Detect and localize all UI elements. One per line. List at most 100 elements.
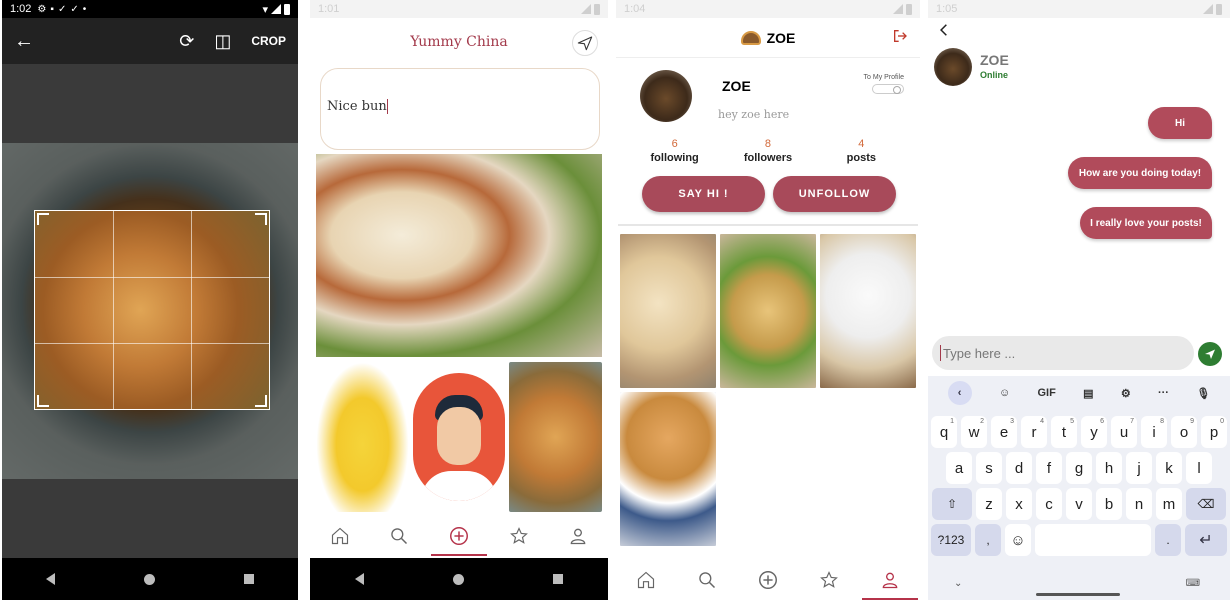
- nav-home-icon[interactable]: [452, 573, 464, 585]
- emoji-sticker-icon[interactable]: ☺: [999, 387, 1010, 399]
- nav-search[interactable]: [687, 560, 727, 600]
- header-title: ZOE: [766, 29, 796, 46]
- key-n[interactable]: n: [1126, 488, 1152, 520]
- stat-posts[interactable]: 4 posts: [821, 138, 901, 164]
- stat-followers[interactable]: 8 followers: [728, 138, 808, 164]
- key-c[interactable]: c: [1036, 488, 1062, 520]
- keyboard-collapse-button[interactable]: ‹: [947, 381, 972, 405]
- nav-add[interactable]: [748, 560, 788, 600]
- key-label: a: [954, 459, 964, 477]
- unfollow-button[interactable]: UNFOLLOW: [773, 176, 896, 212]
- post-thumb[interactable]: [620, 392, 716, 546]
- say-hi-button[interactable]: SAY HI !: [642, 176, 765, 212]
- nav-favorites[interactable]: [809, 560, 849, 600]
- key-m[interactable]: m: [1156, 488, 1182, 520]
- message-input[interactable]: Type here ...: [932, 336, 1194, 370]
- nav-add[interactable]: [430, 516, 487, 556]
- key-y[interactable]: y6: [1081, 416, 1107, 448]
- key-b[interactable]: b: [1096, 488, 1122, 520]
- key-f[interactable]: f: [1036, 452, 1062, 484]
- caption-input[interactable]: Nice bun: [320, 68, 600, 150]
- backspace-key[interactable]: ⌫: [1186, 488, 1226, 520]
- profile-toggle[interactable]: [872, 84, 904, 94]
- key-z[interactable]: z: [976, 488, 1002, 520]
- key-q[interactable]: q1: [931, 416, 957, 448]
- image-thumb[interactable]: [316, 362, 409, 512]
- key-g[interactable]: g: [1066, 452, 1092, 484]
- send-post-button[interactable]: [572, 30, 598, 56]
- key-d[interactable]: d: [1006, 452, 1032, 484]
- shift-key[interactable]: ⇧: [932, 488, 972, 520]
- more-button[interactable]: ···: [1158, 387, 1169, 399]
- nav-profile[interactable]: [558, 516, 598, 556]
- key-s[interactable]: s: [976, 452, 1002, 484]
- post-thumb[interactable]: [620, 234, 716, 388]
- logout-icon[interactable]: [892, 28, 908, 44]
- space-key[interactable]: [1035, 524, 1151, 556]
- key-u[interactable]: u7: [1111, 416, 1137, 448]
- key-o[interactable]: o9: [1171, 416, 1197, 448]
- stat-value: 4: [858, 138, 865, 150]
- nav-home[interactable]: [626, 560, 666, 600]
- nav-profile[interactable]: [861, 560, 918, 600]
- key-w[interactable]: w2: [961, 416, 987, 448]
- gear-icon[interactable]: ⚙: [1121, 387, 1131, 400]
- key-label: m: [1162, 495, 1176, 513]
- crop-handle[interactable]: [37, 213, 49, 225]
- back-button[interactable]: [932, 18, 956, 42]
- crop-frame[interactable]: [34, 210, 270, 410]
- post-thumb[interactable]: [720, 234, 816, 388]
- image-thumb[interactable]: [413, 362, 506, 512]
- key-r[interactable]: r4: [1021, 416, 1047, 448]
- home-icon: [331, 527, 348, 545]
- key-h[interactable]: h: [1096, 452, 1122, 484]
- period-key[interactable]: .: [1155, 524, 1181, 556]
- crop-button[interactable]: CROP: [251, 34, 286, 48]
- keyboard-switch-icon[interactable]: ⌨: [1186, 578, 1200, 589]
- rotate-icon[interactable]: ⟳: [179, 31, 194, 52]
- nav-recents-icon[interactable]: [553, 574, 564, 584]
- crop-handle[interactable]: [255, 395, 267, 407]
- search-icon: [391, 528, 408, 545]
- nav-search[interactable]: [379, 516, 419, 556]
- stat-following[interactable]: 6 following: [635, 138, 715, 164]
- nav-favorites[interactable]: [499, 516, 539, 556]
- nav-home[interactable]: [320, 516, 360, 556]
- key-l[interactable]: l: [1186, 452, 1212, 484]
- key-label: v: [1075, 495, 1083, 513]
- key-x[interactable]: x: [1006, 488, 1032, 520]
- flip-icon[interactable]: ◫: [214, 31, 231, 52]
- comma-key[interactable]: ,: [975, 524, 1001, 556]
- star-icon: [819, 571, 838, 588]
- nav-back-icon[interactable]: [46, 573, 56, 585]
- grid-line: [35, 342, 269, 344]
- key-label: q: [939, 423, 949, 441]
- image-thumb[interactable]: [509, 362, 603, 512]
- key-t[interactable]: t5: [1051, 416, 1077, 448]
- key-v[interactable]: v: [1066, 488, 1092, 520]
- gif-button[interactable]: GIF: [1037, 387, 1055, 399]
- profile-screen: 1:04 ZOE ZOE hey zoe here To My Profile …: [616, 0, 920, 600]
- crop-handle[interactable]: [37, 395, 49, 407]
- enter-key[interactable]: ↵: [1185, 524, 1227, 556]
- microphone-icon[interactable]: 🎙: [1196, 387, 1210, 400]
- key-e[interactable]: e3: [991, 416, 1017, 448]
- add-circle-icon: [759, 571, 777, 589]
- nav-back-icon[interactable]: [354, 573, 364, 585]
- nav-recents-icon[interactable]: [243, 574, 254, 584]
- emoji-key[interactable]: ☺: [1005, 524, 1031, 556]
- crop-handle[interactable]: [255, 213, 267, 225]
- key-label: l: [1197, 459, 1201, 477]
- post-thumb[interactable]: [820, 234, 916, 388]
- key-i[interactable]: i8: [1141, 416, 1167, 448]
- key-k[interactable]: k: [1156, 452, 1182, 484]
- back-arrow-icon[interactable]: ←: [14, 30, 34, 53]
- key-p[interactable]: p0: [1201, 416, 1227, 448]
- key-j[interactable]: j: [1126, 452, 1152, 484]
- clipboard-icon[interactable]: ▤: [1083, 387, 1093, 400]
- nav-home-icon[interactable]: [143, 573, 155, 585]
- symbols-key[interactable]: ?123: [931, 524, 971, 556]
- key-a[interactable]: a: [946, 452, 972, 484]
- send-message-button[interactable]: [1198, 342, 1222, 366]
- chevron-down-icon[interactable]: ⌄: [954, 578, 962, 589]
